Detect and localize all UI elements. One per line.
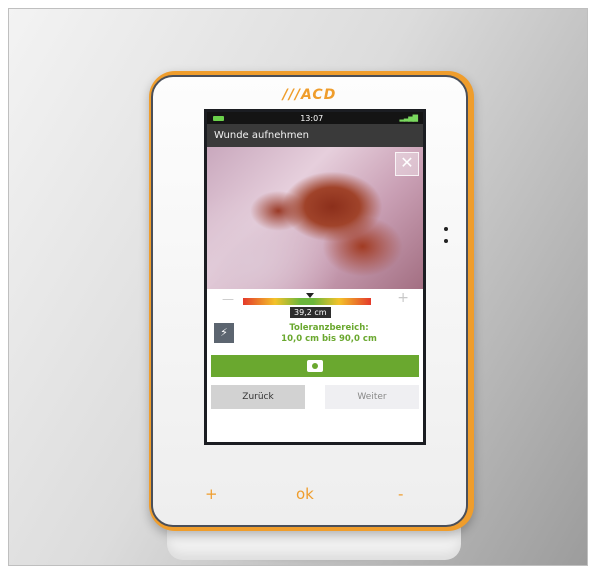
status-time: 13:07 bbox=[300, 113, 324, 123]
hardware-plus-button[interactable]: + bbox=[205, 485, 218, 503]
tolerance-range: 10,0 cm bis 90,0 cm bbox=[281, 334, 377, 344]
flash-off-icon[interactable]: ⚡ bbox=[214, 323, 234, 343]
screen-title-bar: Wunde aufnehmen bbox=[207, 124, 423, 147]
sensor-dot bbox=[444, 239, 448, 243]
navigation-row: Zurück Weiter bbox=[207, 385, 423, 409]
hardware-ok-button[interactable]: ok bbox=[296, 485, 314, 503]
brand-logo: ///ACD bbox=[282, 87, 337, 103]
close-icon[interactable]: ✕ bbox=[395, 152, 419, 176]
back-button[interactable]: Zurück bbox=[211, 385, 305, 409]
slider-minus-label: — bbox=[222, 292, 234, 306]
slider-plus-label: + bbox=[397, 290, 409, 306]
hardware-minus-button[interactable]: - bbox=[398, 485, 403, 503]
distance-value: 39,2 cm bbox=[290, 307, 331, 318]
status-bar: 13:07 ▂▃▅▇ bbox=[207, 112, 423, 124]
capture-button[interactable] bbox=[211, 355, 419, 377]
slider-marker[interactable] bbox=[305, 293, 314, 298]
distance-slider[interactable]: — + 39,2 cm bbox=[207, 289, 423, 318]
camera-icon bbox=[307, 360, 323, 372]
device-screen: 13:07 ▂▃▅▇ Wunde aufnehmen ✕ — + 39,2 cm… bbox=[204, 109, 426, 445]
tolerance-heading: Toleranzbereich: bbox=[289, 323, 369, 333]
wound-camera-preview: ✕ bbox=[207, 147, 423, 289]
screen-title: Wunde aufnehmen bbox=[214, 130, 309, 141]
tolerance-info: ⚡ Toleranzbereich: 10,0 cm bis 90,0 cm bbox=[207, 319, 423, 349]
signal-icon: ▂▃▅▇ bbox=[399, 114, 418, 122]
slider-track[interactable] bbox=[243, 298, 371, 305]
battery-icon bbox=[213, 115, 224, 121]
next-button[interactable]: Weiter bbox=[325, 385, 419, 409]
tolerance-text: Toleranzbereich: 10,0 cm bis 90,0 cm bbox=[245, 323, 413, 345]
sensor-dot bbox=[444, 227, 448, 231]
product-photo-frame: ///ACD + ok - 13:07 ▂▃▅▇ Wunde aufnehmen… bbox=[8, 8, 588, 566]
